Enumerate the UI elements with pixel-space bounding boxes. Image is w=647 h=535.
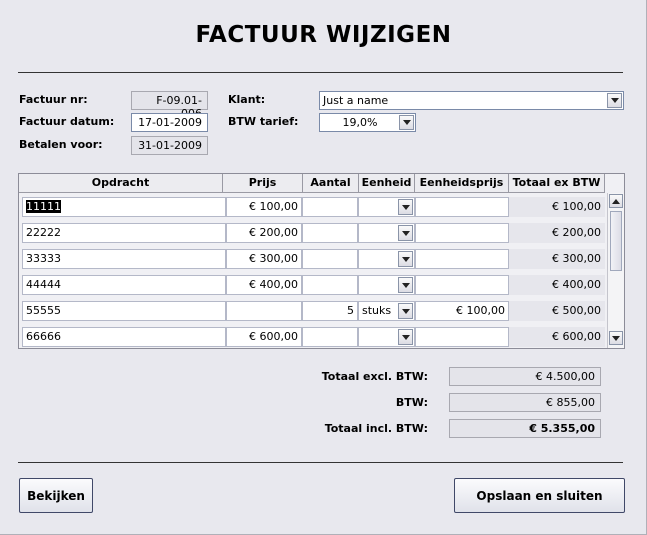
aantal-cell[interactable]	[302, 275, 358, 295]
table-row: 22222 € 200,00 € 200,00	[19, 220, 605, 246]
factuur-datum-label: Factuur datum:	[19, 115, 115, 128]
table-row: 66666 € 600,00 € 600,00	[19, 324, 605, 348]
column-header-aantal[interactable]: Aantal	[303, 174, 359, 193]
aantal-cell[interactable]	[302, 223, 358, 243]
factuur-nr-label: Factuur nr:	[19, 93, 88, 106]
totaal-cell: € 100,00	[509, 197, 605, 217]
eenheid-value: stuks	[362, 304, 392, 317]
opslaan-en-sluiten-button[interactable]: Opslaan en sluiten	[454, 478, 625, 513]
totaal-cell: € 400,00	[509, 275, 605, 295]
btw-tarief-value: 19,0%	[342, 116, 378, 129]
table-row: 11111 € 100,00 € 100,00	[19, 194, 605, 220]
chevron-down-icon[interactable]	[398, 199, 413, 215]
betalen-voor-value: 31-01-2009	[131, 136, 208, 155]
invoice-lines-table: Opdracht Prijs Aantal Eenheid Eenheidspr…	[18, 173, 625, 349]
opdracht-cell[interactable]: 44444	[22, 275, 226, 295]
eenheidsprijs-cell[interactable]	[415, 197, 509, 217]
scrollbar-thumb[interactable]	[610, 211, 622, 271]
column-header-opdracht[interactable]: Opdracht	[19, 174, 223, 193]
eenheid-select[interactable]	[358, 327, 415, 347]
totaal-incl-value: € 5.355,00	[449, 419, 601, 438]
opdracht-cell[interactable]: 55555	[22, 301, 226, 321]
column-header-eenheidsprijs[interactable]: Eenheidsprijs	[415, 174, 509, 193]
chevron-down-icon[interactable]	[398, 277, 413, 293]
opdracht-cell[interactable]: 66666	[22, 327, 226, 347]
eenheidsprijs-cell[interactable]	[415, 275, 509, 295]
aantal-cell[interactable]	[302, 249, 358, 269]
opdracht-cell[interactable]: 33333	[22, 249, 226, 269]
totaal-cell: € 300,00	[509, 249, 605, 269]
chevron-down-icon[interactable]	[398, 251, 413, 267]
top-divider	[18, 72, 623, 73]
prijs-cell[interactable]	[226, 301, 302, 321]
totaal-cell: € 600,00	[509, 327, 605, 347]
prijs-cell[interactable]: € 200,00	[226, 223, 302, 243]
opdracht-cell[interactable]: 22222	[22, 223, 226, 243]
table-row: 44444 € 400,00 € 400,00	[19, 272, 605, 298]
prijs-cell[interactable]: € 600,00	[226, 327, 302, 347]
page-title: FACTUUR WIJZIGEN	[195, 22, 452, 48]
chevron-down-icon[interactable]	[398, 303, 413, 319]
column-header-prijs[interactable]: Prijs	[223, 174, 303, 193]
totaal-incl-label: Totaal incl. BTW:	[324, 422, 428, 435]
betalen-voor-label: Betalen voor:	[19, 138, 103, 151]
btw-tarief-label: BTW tarief:	[228, 115, 299, 128]
table-row: 55555 5 stuks € 100,00 € 500,00	[19, 298, 605, 324]
eenheid-select[interactable]	[358, 249, 415, 269]
scroll-up-icon[interactable]	[609, 194, 623, 208]
eenheid-select[interactable]	[358, 223, 415, 243]
column-header-eenheid[interactable]: Eenheid	[359, 174, 415, 193]
eenheid-select[interactable]: stuks	[358, 301, 415, 321]
eenheid-select[interactable]	[358, 275, 415, 295]
totaal-cell: € 500,00	[509, 301, 605, 321]
bekijken-button[interactable]: Bekijken	[19, 478, 93, 513]
factuur-datum-field[interactable]: 17-01-2009	[131, 113, 208, 132]
totaal-excl-value: € 4.500,00	[449, 367, 601, 386]
btw-tarief-select[interactable]: 19,0%	[319, 113, 416, 132]
chevron-down-icon[interactable]	[398, 225, 413, 241]
prijs-cell[interactable]: € 300,00	[226, 249, 302, 269]
prijs-cell[interactable]: € 100,00	[226, 197, 302, 217]
eenheidsprijs-cell[interactable]	[415, 327, 509, 347]
factuur-nr-value: F-09.01-006	[131, 91, 208, 120]
chevron-down-icon[interactable]	[398, 329, 413, 345]
totaal-cell: € 200,00	[509, 223, 605, 243]
klant-value: Just a name	[323, 94, 389, 107]
prijs-cell[interactable]: € 400,00	[226, 275, 302, 295]
aantal-cell[interactable]: 5	[302, 301, 358, 321]
aantal-cell[interactable]	[302, 197, 358, 217]
chevron-down-icon[interactable]	[399, 115, 414, 130]
opdracht-selected-text: 11111	[26, 200, 61, 213]
totaal-excl-label: Totaal excl. BTW:	[321, 370, 428, 383]
table-row: 33333 € 300,00 € 300,00	[19, 246, 605, 272]
aantal-cell[interactable]	[302, 327, 358, 347]
column-header-totaal[interactable]: Totaal ex BTW	[509, 174, 605, 193]
table-scrollbar[interactable]	[607, 193, 624, 348]
btw-total-value: € 855,00	[449, 393, 601, 412]
bottom-divider	[18, 462, 623, 463]
btw-total-label: BTW:	[395, 396, 428, 409]
klant-label: Klant:	[228, 93, 266, 106]
eenheidsprijs-cell[interactable]: € 100,00	[415, 301, 509, 321]
eenheidsprijs-cell[interactable]	[415, 223, 509, 243]
eenheid-select[interactable]	[358, 197, 415, 217]
opdracht-cell[interactable]: 11111	[22, 197, 226, 217]
klant-select[interactable]: Just a name	[319, 91, 624, 110]
scroll-down-icon[interactable]	[609, 331, 623, 345]
chevron-down-icon[interactable]	[607, 93, 622, 108]
eenheidsprijs-cell[interactable]	[415, 249, 509, 269]
